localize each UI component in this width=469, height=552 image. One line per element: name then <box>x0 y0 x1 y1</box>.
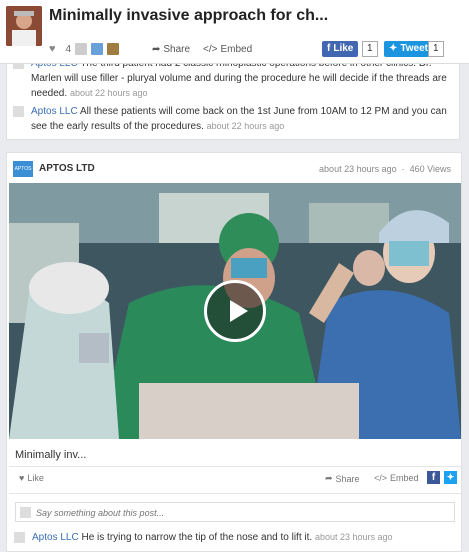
video-title[interactable]: Minimally inv... <box>15 449 86 461</box>
author-avatar[interactable] <box>6 6 42 46</box>
divider <box>9 493 461 494</box>
comment-composer[interactable] <box>15 502 455 522</box>
embed-button[interactable]: </> Embed <box>374 473 419 483</box>
like-button[interactable]: ♥ Like <box>19 473 44 483</box>
code-icon: </> <box>374 473 388 483</box>
view-count: 460 Views <box>409 164 451 174</box>
twitter-icon: ✦ <box>389 43 398 54</box>
embed-button[interactable]: </> Embed <box>203 44 252 55</box>
video-post: APTOS APTOS LTD about 23 hours ago · 460… <box>6 152 462 552</box>
heart-icon[interactable]: ♥ <box>49 43 56 55</box>
like-count: 4 <box>65 43 72 55</box>
comment-input[interactable] <box>36 506 446 519</box>
liker-avatar[interactable] <box>91 43 104 55</box>
reactions-row: ♥ 4 <box>49 40 120 58</box>
facebook-like-count: 1 <box>362 41 378 57</box>
comment-item: Aptos LLC All these patients will come b… <box>13 104 453 134</box>
facebook-icon: f <box>327 43 331 54</box>
share-button[interactable]: ➦ Share <box>325 473 360 484</box>
play-button[interactable] <box>204 280 266 342</box>
share-icon: ➦ <box>325 473 333 483</box>
company-logo[interactable]: APTOS <box>13 161 33 177</box>
page-title: Minimally invasive approach for ch... <box>49 7 329 24</box>
user-avatar <box>20 507 31 518</box>
liker-avatar[interactable] <box>107 43 120 55</box>
comment-time: about 22 hours ago <box>206 121 285 131</box>
play-icon <box>230 300 248 322</box>
video-player[interactable] <box>9 183 461 439</box>
liker-avatar[interactable] <box>75 43 88 55</box>
commenter-avatar[interactable] <box>13 106 24 117</box>
share-icon: ➦ <box>152 44 161 55</box>
tweet-count: 1 <box>428 41 444 57</box>
comment-author[interactable]: Aptos LLC <box>32 532 79 543</box>
commenter-avatar[interactable] <box>14 532 25 543</box>
tweet-button[interactable]: ✦ Tweet <box>384 41 433 57</box>
share-button[interactable]: ➦ Share <box>152 44 190 55</box>
comment-time: about 22 hours ago <box>69 88 148 98</box>
divider <box>9 466 461 467</box>
comment-text: He is trying to narrow the tip of the no… <box>81 532 313 543</box>
post-header: Minimally invasive approach for ch... ♥ … <box>0 0 469 64</box>
code-icon: </> <box>203 44 218 55</box>
post-meta: about 23 hours ago · 460 Views <box>319 164 451 174</box>
post-time: about 23 hours ago <box>319 164 397 174</box>
comment-time: about 23 hours ago <box>314 532 393 542</box>
comment-item: Aptos LLC He is trying to narrow the tip… <box>14 530 454 545</box>
facebook-share-icon[interactable]: f <box>427 471 440 484</box>
facebook-like-button[interactable]: f Like <box>322 41 359 57</box>
post-author[interactable]: APTOS LTD <box>39 163 95 174</box>
heart-icon: ♥ <box>19 473 25 483</box>
twitter-share-icon[interactable]: ✦ <box>444 471 457 484</box>
comment-author[interactable]: Aptos LLC <box>31 106 78 117</box>
